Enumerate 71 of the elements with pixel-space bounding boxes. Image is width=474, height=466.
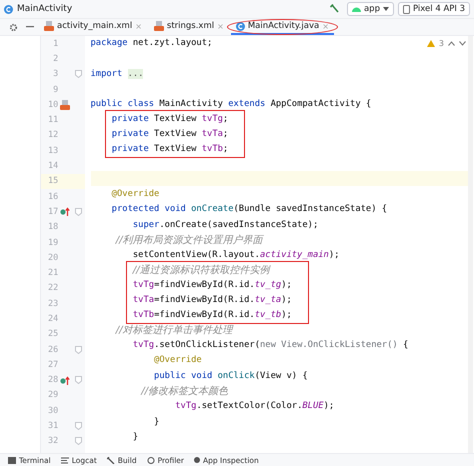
code-line: tvTg.setOnClickListener(new View.OnClickListener() { [132,340,408,350]
line-number: 9 [52,84,58,95]
line-number: 12 [46,130,58,140]
window-title: MainActivity [17,4,74,14]
list-icon [60,456,69,464]
line-number: 24 [46,314,58,324]
line-number: 15 [46,176,58,186]
line-number: 14 [46,161,58,172]
line-number: 13 [46,146,58,156]
line-number: 30 [46,406,58,416]
warning-count[interactable]: 3 [438,39,444,48]
line-number: 32 [46,436,58,446]
line-number: 28 [46,375,58,386]
code-line: tvTb=findViewById(R.id.tv_tb); [132,310,292,320]
code-line: protected void onCreate(Bundle savedInstanceState) { [110,204,388,214]
code-line: super.onCreate(savedInstanceState); [132,220,318,230]
line-number: 21 [46,268,58,278]
code-line: //利用布局资源文件设置用户界面 [114,234,263,247]
line-number: 20 [46,252,58,263]
line-number: 2 [52,54,58,64]
xml-file-icon [44,21,54,31]
code-line: public void onClick(View v) { [153,370,308,381]
line-number: 23 [46,298,58,309]
code-line: package net.zyt.layout; [90,38,212,48]
code-line: //通过资源标识符获取控件实例 [131,264,270,277]
code-line: @Override [153,355,202,366]
code-line: private TextView tvTb; [110,144,228,154]
line-number: 16 [46,192,58,202]
code-line: tvTg.setTextColor(Color.BLUE); [174,401,334,412]
code-line: public class MainActivity extends AppCompatActivity { [90,99,372,110]
warning-icon [426,40,435,47]
line-number: 31 [46,421,58,432]
file-tab[interactable]: activity_main.xml × [39,19,147,35]
hammer-icon [106,456,115,464]
caret-icon [382,7,389,11]
class-icon [4,4,13,14]
code-line: } [153,416,160,427]
code-line: tvTa=findViewById(R.id.tv_ta); [132,295,292,306]
line-number: 27 [46,360,58,370]
code-line: private TextView tvTa; [110,128,228,139]
code-line: } [132,432,138,442]
override-icon[interactable] [60,207,70,216]
line-number: 25 [46,329,58,340]
line-number: 19 [46,238,58,248]
code-line: //对标签进行单击事件处理 [114,324,233,337]
line-number: 26 [46,344,58,355]
xml-file-icon [154,21,164,31]
line-number: 3 [52,69,58,80]
line-number: 29 [46,390,58,400]
line-number: 10 [46,100,58,110]
file-tab[interactable]: strings.xml × [148,19,229,35]
gauge-icon [146,456,155,464]
code-line: private TextView tvTg; [110,114,228,124]
run-config-dropdown[interactable]: app [346,2,394,16]
xml-file-icon [60,100,70,110]
code-line: tvTg=findViewById(R.id.tv_tg); [132,280,292,290]
code-line: import ... [90,68,144,79]
class-icon [236,22,245,30]
android-icon [352,6,361,12]
device-dropdown[interactable]: Pixel 4 API 3 [398,2,470,16]
code-line: setContentView(R.layout.activity_main); [132,250,340,260]
line-number: 17 [46,206,58,217]
line-number: 1 [52,38,58,49]
line-number: 11 [46,115,58,126]
line-number: 22 [46,283,58,294]
line-number: 18 [46,222,58,232]
terminal-icon [8,456,16,464]
code-line: @Override [110,189,160,200]
phone-icon [402,4,410,14]
override-icon[interactable] [60,376,70,385]
code-line: //修改标签文本颜色 [140,384,228,398]
